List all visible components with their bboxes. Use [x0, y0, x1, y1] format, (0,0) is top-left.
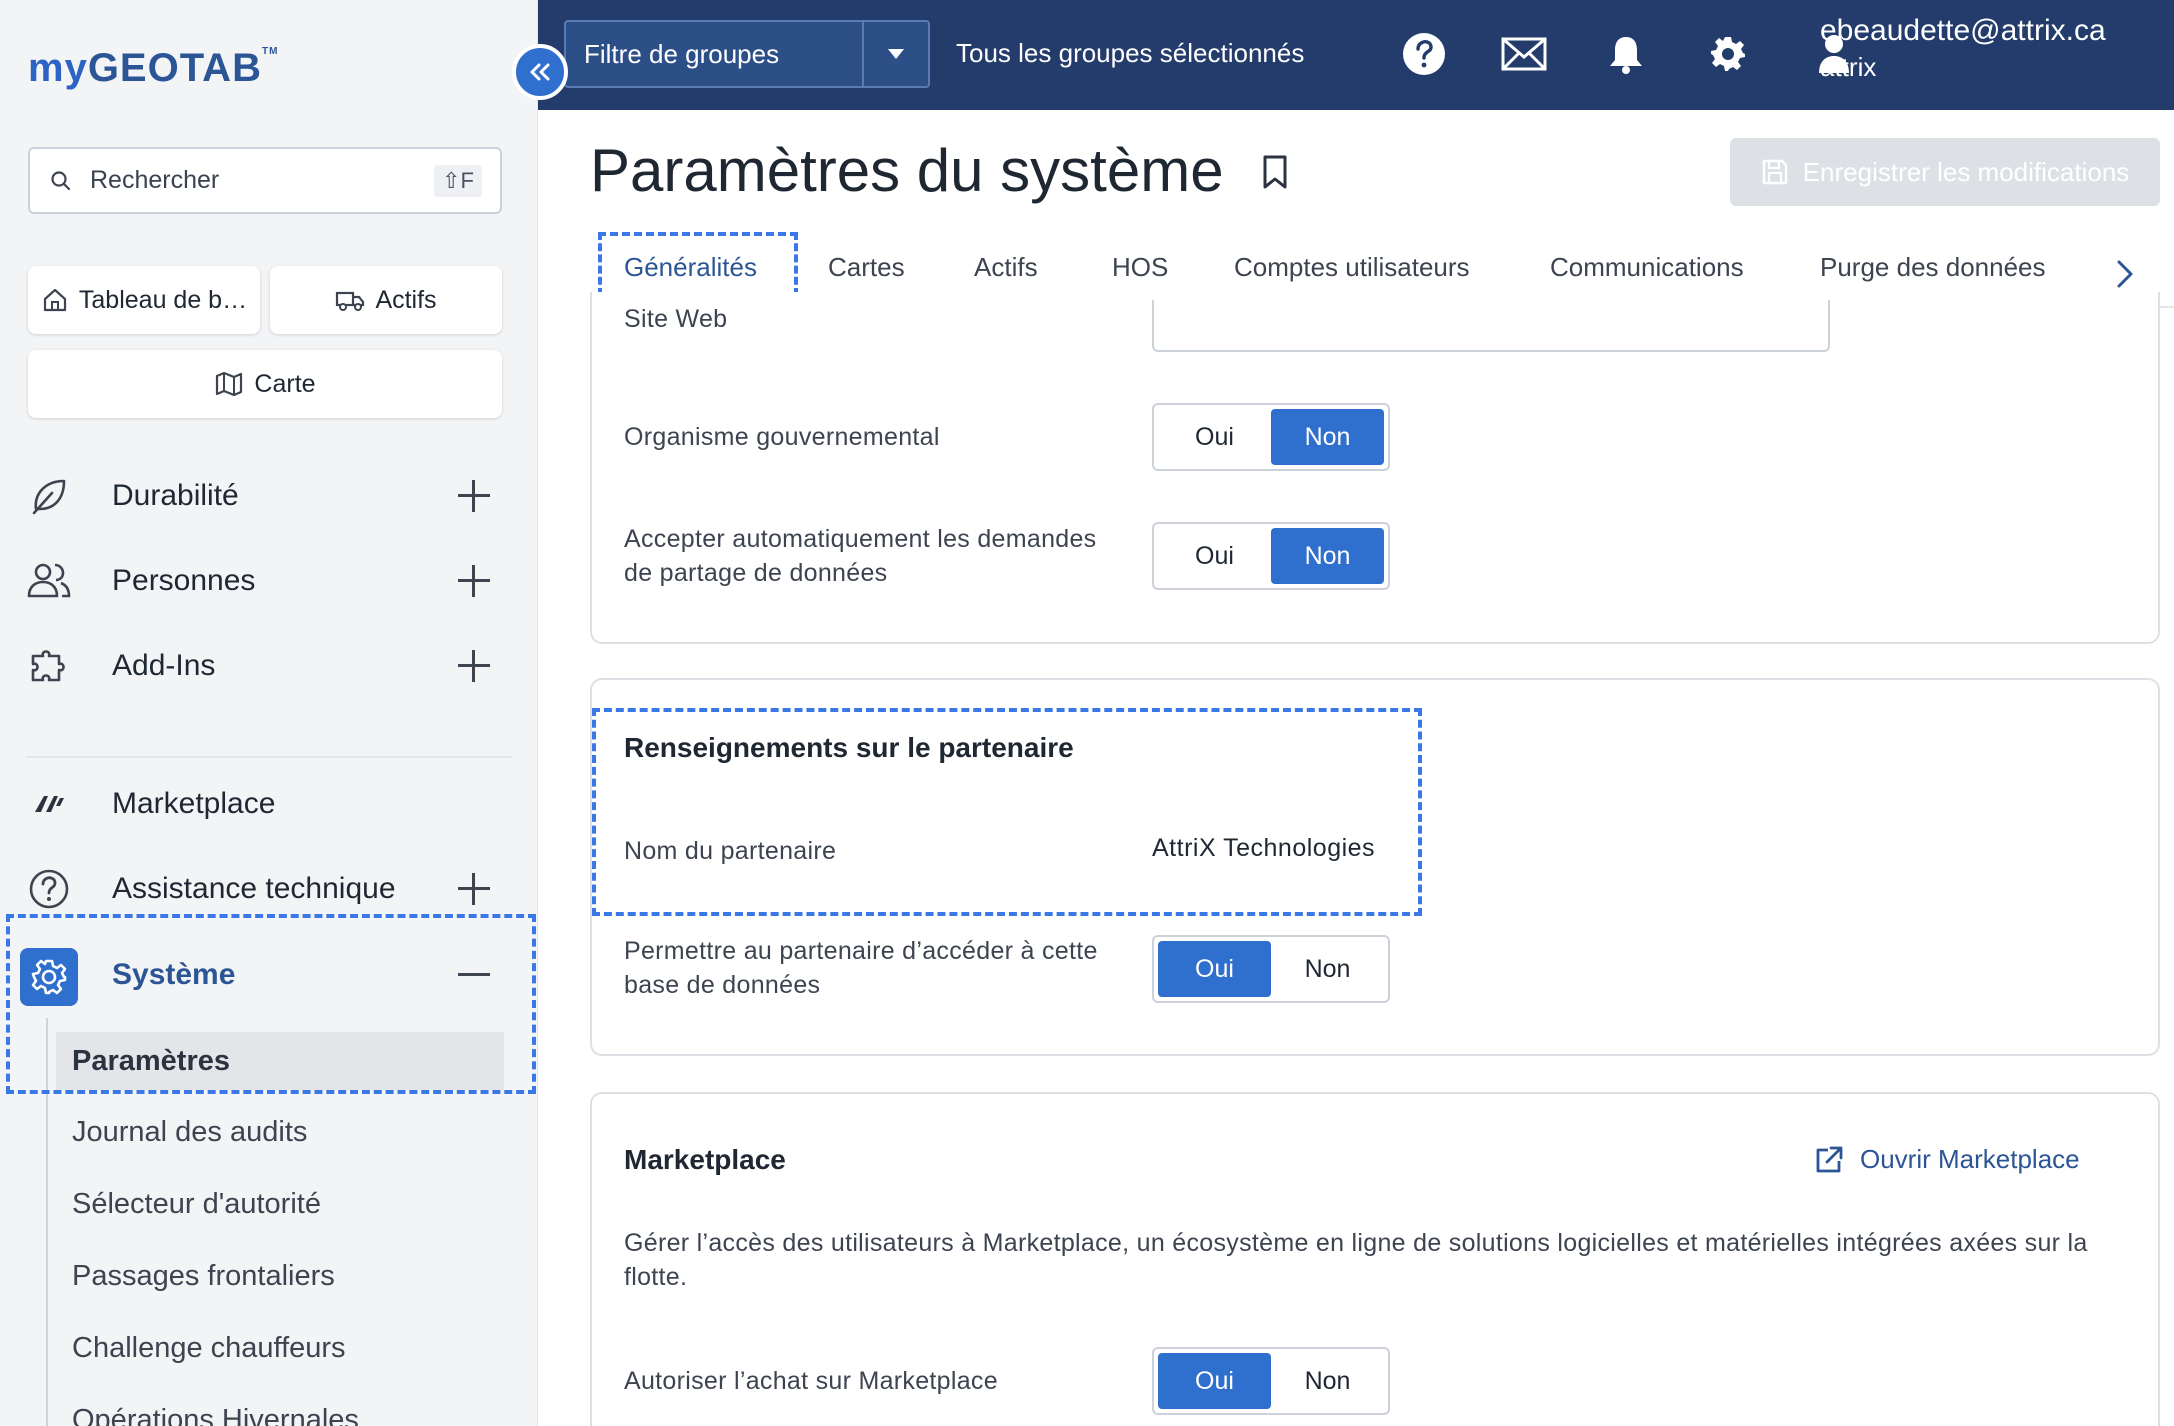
mail-icon[interactable]: [1500, 30, 1548, 78]
selected-groups-text: Tous les groupes sélectionnés: [956, 38, 1305, 68]
toggle-no-option[interactable]: Non: [1271, 409, 1384, 465]
sidebar-item-label: Add-Ins: [112, 649, 216, 682]
sidebar-item-people[interactable]: Personnes: [0, 541, 538, 621]
tab-communications[interactable]: Communications: [1550, 252, 1744, 283]
expand-plus-icon[interactable]: [456, 871, 492, 907]
toggle-yes-option[interactable]: Oui: [1158, 528, 1271, 584]
government-org-toggle[interactable]: Oui Non: [1152, 403, 1390, 471]
bookmark-icon[interactable]: [1260, 154, 1290, 190]
submenu-item-audit-log[interactable]: Journal des audits: [56, 1103, 504, 1161]
toggle-yes-option[interactable]: Oui: [1158, 409, 1271, 465]
tab-hos[interactable]: HOS: [1112, 252, 1168, 283]
tab-assets[interactable]: Actifs: [974, 252, 1038, 283]
toggle-yes-option[interactable]: Oui: [1158, 941, 1271, 997]
submenu-item-driver-challenge[interactable]: Challenge chauffeurs: [56, 1319, 504, 1377]
tab-highlight-box: [598, 232, 798, 296]
submenu-item-border-crossings[interactable]: Passages frontaliers: [56, 1247, 504, 1305]
quick-map-button[interactable]: Carte: [28, 350, 502, 418]
toggle-no-option[interactable]: Non: [1271, 941, 1384, 997]
tab-data-purge[interactable]: Purge des données: [1820, 252, 2046, 283]
sidebar-item-sustainability[interactable]: Durabilité: [0, 456, 538, 536]
save-disk-icon: [1762, 159, 1787, 185]
government-org-label: Organisme gouvernemental: [624, 423, 940, 451]
system-highlight-box: [6, 914, 536, 1094]
submenu-item-winter-operations[interactable]: Opérations Hivernales: [56, 1391, 504, 1426]
user-email: ebeaudette@attrix.ca: [1820, 14, 2106, 47]
marketplace-icon: [26, 781, 72, 827]
top-bar: Filtre de groupes Tous les groupes sélec…: [538, 0, 2174, 110]
sidebar: myGEOTABTM Rechercher ⇧F Tableau de b… A…: [0, 0, 538, 1426]
external-link-icon: [1816, 1146, 1843, 1172]
open-marketplace-label: Ouvrir Marketplace: [1860, 1144, 2080, 1174]
search-input[interactable]: Rechercher ⇧F: [28, 147, 502, 214]
group-filter-label: Filtre de groupes: [584, 38, 780, 69]
sidebar-item-label: Durabilité: [112, 479, 239, 512]
auto-accept-label: Accepter automatiquement les demandes de …: [624, 525, 1097, 587]
sidebar-item-label: Personnes: [112, 564, 256, 597]
expand-plus-icon[interactable]: [456, 563, 492, 599]
map-icon: [216, 371, 243, 397]
quick-map-label: Carte: [254, 369, 316, 398]
dropdown-arrow-icon[interactable]: [862, 22, 928, 86]
user-menu[interactable]: ebeaudette@attrix.ca attrix: [1820, 14, 2106, 83]
sidebar-item-label: Marketplace: [112, 787, 276, 820]
people-icon: [26, 558, 72, 604]
notification-bell-icon[interactable]: [1602, 30, 1650, 78]
sidebar-divider: [26, 756, 512, 758]
partner-access-toggle[interactable]: Oui Non: [1152, 935, 1390, 1003]
toggle-yes-option[interactable]: Oui: [1158, 1353, 1271, 1409]
expand-plus-icon[interactable]: [456, 648, 492, 684]
collapse-sidebar-button[interactable]: [512, 44, 568, 100]
mygeotab-logo[interactable]: myGEOTABTM: [28, 46, 278, 91]
quick-assets-button[interactable]: Actifs: [270, 266, 502, 334]
auto-accept-toggle[interactable]: Oui Non: [1152, 522, 1390, 590]
marketplace-purchase-label: Autoriser l’achat sur Marketplace: [624, 1367, 998, 1395]
double-chevron-left-icon: [530, 63, 550, 81]
puzzle-icon: [26, 643, 72, 689]
partner-highlight-box: [592, 708, 1422, 916]
marketplace-section-title: Marketplace: [624, 1144, 786, 1175]
help-icon: [26, 866, 72, 912]
partner-access-label: Permettre au partenaire d’accéder à cett…: [624, 937, 1098, 999]
sidebar-item-marketplace[interactable]: Marketplace: [0, 764, 538, 844]
tab-maps[interactable]: Cartes: [828, 252, 905, 283]
home-icon: [43, 288, 67, 312]
truck-icon: [336, 291, 365, 311]
sidebar-item-label: Assistance technique: [112, 872, 396, 905]
help-icon[interactable]: [1400, 30, 1448, 78]
quick-dashboard-button[interactable]: Tableau de b…: [28, 266, 260, 334]
website-label: Site Web: [624, 305, 728, 333]
website-input[interactable]: [1152, 300, 1830, 352]
tab-user-accounts[interactable]: Comptes utilisateurs: [1234, 252, 1470, 283]
save-changes-button[interactable]: Enregistrer les modifications: [1730, 138, 2160, 206]
quick-assets-label: Actifs: [375, 285, 437, 314]
toggle-no-option[interactable]: Non: [1271, 1353, 1384, 1409]
search-icon: [48, 168, 74, 194]
search-shortcut-badge: ⇧F: [434, 164, 482, 197]
settings-gear-icon[interactable]: [1704, 30, 1752, 78]
chevron-right-icon[interactable]: [2104, 254, 2144, 294]
quick-dashboard-label: Tableau de b…: [78, 285, 248, 314]
page-title: Paramètres du système: [590, 137, 1224, 204]
expand-plus-icon[interactable]: [456, 478, 492, 514]
user-organization: attrix: [1820, 52, 1877, 82]
group-filter-dropdown[interactable]: Filtre de groupes: [564, 20, 930, 88]
marketplace-description: Gérer l’accès des utilisateurs à Marketp…: [624, 1229, 2088, 1291]
search-placeholder: Rechercher: [90, 166, 220, 194]
save-changes-label: Enregistrer les modifications: [1802, 156, 2130, 187]
marketplace-purchase-toggle[interactable]: Oui Non: [1152, 1347, 1390, 1415]
submenu-item-authority-selector[interactable]: Sélecteur d'autorité: [56, 1175, 504, 1233]
leaf-icon: [26, 473, 72, 519]
sidebar-item-addins[interactable]: Add-Ins: [0, 626, 538, 706]
open-marketplace-link[interactable]: Ouvrir Marketplace: [1814, 1144, 2080, 1175]
toggle-no-option[interactable]: Non: [1271, 528, 1384, 584]
